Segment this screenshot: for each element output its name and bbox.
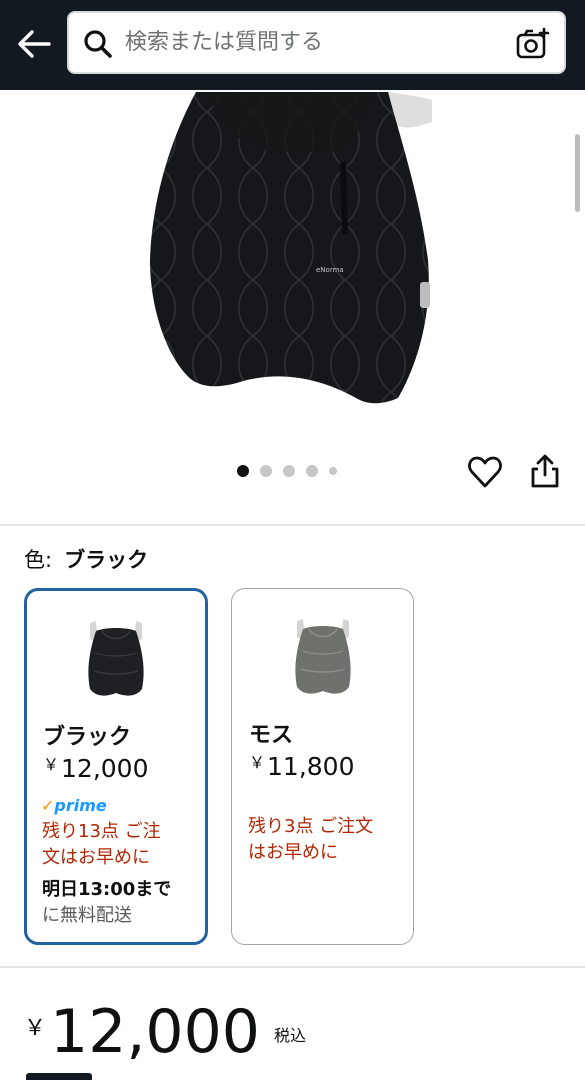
- variant-card-black[interactable]: ブラック ￥12,000 ✓prime 残り13点 ご注 文はお早めに 明日13…: [24, 588, 208, 945]
- variant-price-value: 12,000: [61, 754, 149, 783]
- variant-thumbnail: [88, 621, 144, 696]
- variant-thumbnail: [294, 619, 351, 694]
- stock-warning: 残り13点 ご注 文はお早めに: [42, 819, 202, 871]
- section-divider: [0, 966, 585, 968]
- variant-price: ￥12,000: [43, 751, 149, 783]
- search-icon: [84, 30, 112, 58]
- back-button[interactable]: [12, 24, 56, 64]
- share-icon[interactable]: [529, 453, 561, 489]
- pagination-dot-3[interactable]: [283, 465, 295, 477]
- prime-label: prime: [54, 796, 107, 815]
- stock-warning-line: はお早めに: [248, 842, 338, 863]
- delivery-time: 明日13:00まで: [42, 879, 172, 900]
- delivery-info: 明日13:00まで に無料配送: [42, 877, 202, 929]
- price-amount: 12,000: [50, 997, 260, 1067]
- pagination-dot-1[interactable]: [237, 465, 249, 477]
- search-bar[interactable]: 検索または質問する: [67, 11, 566, 74]
- stock-warning-line: 文はお早めに: [42, 847, 150, 868]
- variant-price-symbol: ￥: [43, 755, 60, 774]
- variant-name: ブラック: [43, 725, 132, 750]
- variant-name: モス: [249, 723, 294, 748]
- main-price: ￥ 12,000 税込: [24, 992, 306, 1072]
- pagination-dot-5[interactable]: [329, 467, 337, 475]
- svg-text:eNorma: eNorma: [316, 266, 344, 274]
- arrow-left-icon: [18, 30, 51, 58]
- camera-plus-icon[interactable]: [516, 27, 550, 61]
- prime-badge: ✓prime: [41, 796, 107, 815]
- search-placeholder: 検索または質問する: [125, 30, 324, 55]
- stock-warning: 残り3点 ご注文 はお早めに: [248, 814, 408, 866]
- prime-check-icon: ✓: [41, 796, 55, 815]
- variant-price-value: 11,800: [267, 752, 355, 781]
- price-symbol: ￥: [24, 1016, 47, 1041]
- color-selector-label: 色: ブラック: [24, 544, 148, 574]
- pagination-dot-4[interactable]: [306, 465, 318, 477]
- image-pagination-dots[interactable]: [237, 465, 337, 477]
- color-label: 色:: [24, 548, 53, 572]
- tax-note: 税込: [273, 1026, 306, 1045]
- scrollbar[interactable]: [575, 134, 580, 212]
- selected-color-value: ブラック: [64, 548, 149, 572]
- stock-warning-line: 残り3点 ご注文: [248, 816, 374, 837]
- variant-price: ￥11,800: [249, 749, 355, 781]
- bottom-tab-indicator: [26, 1073, 92, 1080]
- variant-price-symbol: ￥: [249, 753, 266, 772]
- heart-icon[interactable]: [467, 454, 503, 490]
- section-divider: [0, 524, 585, 526]
- stock-warning-line: 残り13点 ご注: [42, 821, 161, 842]
- delivery-note: に無料配送: [42, 905, 132, 926]
- variant-card-moss[interactable]: モス ￥11,800 残り3点 ご注文 はお早めに: [231, 588, 414, 945]
- top-nav-bar: 検索または質問する: [0, 0, 585, 90]
- pagination-dot-2[interactable]: [260, 465, 272, 477]
